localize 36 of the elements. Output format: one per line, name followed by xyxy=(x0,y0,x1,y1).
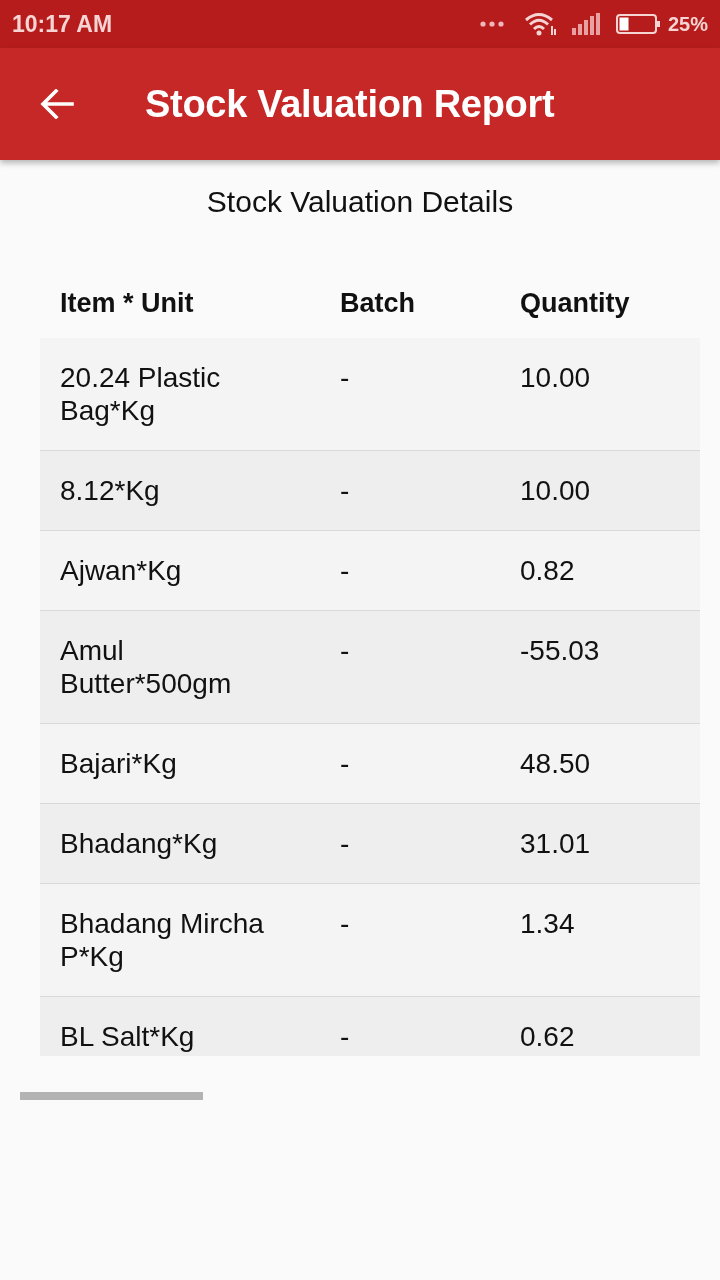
table-cell-text: - xyxy=(339,474,351,508)
table-cell-text: Ajwan*Kg xyxy=(59,554,183,588)
table-cell-text: Amul Butter*500gm xyxy=(59,634,233,701)
table-cell-text: 8.12*Kg xyxy=(59,474,161,508)
table-cell-text: 48.50 xyxy=(519,747,592,781)
table-cell-text: 10.00 xyxy=(519,474,592,508)
table-cell-text: 1.34 xyxy=(519,907,576,941)
back-arrow-icon[interactable] xyxy=(40,89,74,119)
table-cell-text: 31.01 xyxy=(519,827,592,861)
table-cell-text: BL Salt*Kg xyxy=(59,1020,196,1054)
screen-title: Stock Valuation Report xyxy=(145,81,555,127)
table-cell-text: -55.03 xyxy=(519,634,601,668)
table-cell-text: 0.82 xyxy=(519,554,576,588)
more-dots-icon xyxy=(479,21,504,27)
table-cell-text: - xyxy=(339,747,351,781)
table-cell-text: - xyxy=(339,907,351,941)
report-subtitle: Stock Valuation Details xyxy=(205,184,515,218)
table-cell-text: Bhadang*Kg xyxy=(59,827,219,861)
table-cell-text: - xyxy=(339,1020,351,1054)
table-cell-text: - xyxy=(339,554,351,588)
status-time: 10:17 AM xyxy=(12,9,113,39)
column-header: Item * Unit xyxy=(59,287,195,320)
table-cell-text: 0.62 xyxy=(519,1020,576,1054)
table-cell-text: - xyxy=(339,361,351,395)
battery-icon xyxy=(615,14,660,34)
battery-percent: 25% xyxy=(667,12,708,37)
table-cell-text: Bajari*Kg xyxy=(59,747,178,781)
signal-icon xyxy=(571,13,600,35)
table-cell-text: Bhadang Mircha P*Kg xyxy=(59,907,265,974)
table-cell-text: 10.00 xyxy=(519,361,592,395)
table-cell-text: - xyxy=(339,634,351,668)
table-cell-text: - xyxy=(339,827,351,861)
column-header: Batch xyxy=(339,287,416,320)
column-header: Quantity xyxy=(519,287,631,320)
wifi-icon xyxy=(523,12,556,36)
table-cell-text: 20.24 Plastic Bag*Kg xyxy=(59,361,222,428)
